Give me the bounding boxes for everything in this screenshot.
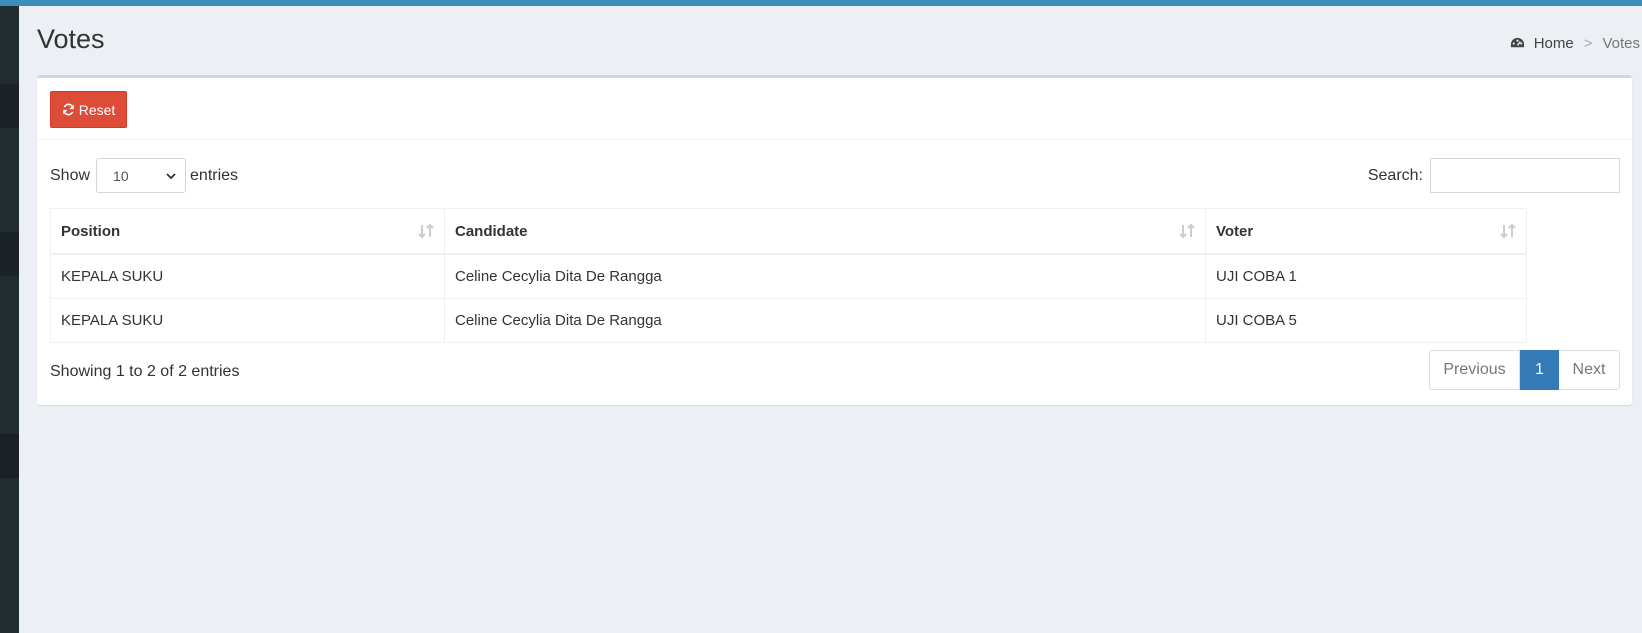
entries-per-page-value: 10 <box>113 167 129 184</box>
entries-label: entries <box>190 166 239 184</box>
cell-position: KEPALA SUKU <box>50 298 445 343</box>
sort-icon <box>1179 223 1195 239</box>
sort-icon <box>1500 223 1516 239</box>
table-row: KEPALA SUKU Celine Cecylia Dita De Rangg… <box>50 253 1527 299</box>
sidebar-item-block[interactable] <box>0 232 19 276</box>
entries-per-page-select[interactable]: 10 <box>96 158 187 193</box>
pagination: Previous 1 Next <box>1429 350 1620 390</box>
votes-table: Position Candidate Voter KEPALA SUKU Cel… <box>50 208 1527 343</box>
column-header-label: Voter <box>1216 222 1254 240</box>
search-control: Search: <box>1368 158 1620 193</box>
pagination-previous-button[interactable]: Previous <box>1429 350 1520 390</box>
table-info: Showing 1 to 2 of 2 entries <box>50 363 240 380</box>
breadcrumb: Home > Votes <box>1510 35 1640 52</box>
pagination-page-1[interactable]: 1 <box>1520 350 1559 390</box>
chevron-down-icon <box>166 172 176 179</box>
column-header-label: Position <box>61 222 121 240</box>
column-header-position[interactable]: Position <box>50 208 445 255</box>
breadcrumb-current: Votes <box>1602 35 1640 52</box>
box-header: Reset <box>37 78 1632 140</box>
sidebar-item-block[interactable] <box>0 84 19 128</box>
pagination-next-button[interactable]: Next <box>1559 350 1620 390</box>
reset-button[interactable]: Reset <box>50 91 127 128</box>
column-header-label: Candidate <box>455 222 528 240</box>
sidebar <box>0 6 19 633</box>
column-header-candidate[interactable]: Candidate <box>444 208 1206 255</box>
entries-length-control: Show 10 entries <box>50 158 238 193</box>
sidebar-item-block[interactable] <box>0 434 19 478</box>
cell-candidate: Celine Cecylia Dita De Rangga <box>444 253 1206 299</box>
cell-voter: UJI COBA 1 <box>1205 253 1527 299</box>
cell-candidate: Celine Cecylia Dita De Rangga <box>444 298 1206 343</box>
page-title: Votes <box>37 24 105 54</box>
table-header-row: Position Candidate Voter <box>50 208 1527 255</box>
votes-box: Reset Show 10 entries Search: Position C… <box>37 75 1632 405</box>
cell-position: KEPALA SUKU <box>50 253 445 299</box>
cell-voter: UJI COBA 5 <box>1205 298 1527 343</box>
refresh-icon <box>62 103 74 116</box>
column-header-voter[interactable]: Voter <box>1205 208 1527 255</box>
reset-button-label: Reset <box>78 101 116 118</box>
show-label: Show <box>50 166 91 184</box>
search-label: Search: <box>1367 166 1423 184</box>
breadcrumb-separator: > <box>1583 35 1593 52</box>
content-wrapper: Votes Home > Votes Reset Show 10 entries… <box>19 6 1642 633</box>
search-input[interactable] <box>1430 158 1620 193</box>
table-row: KEPALA SUKU Celine Cecylia Dita De Rangg… <box>50 298 1527 343</box>
dashboard-icon <box>1510 36 1525 51</box>
sort-icon <box>418 223 434 239</box>
breadcrumb-home-link[interactable]: Home <box>1534 35 1574 52</box>
